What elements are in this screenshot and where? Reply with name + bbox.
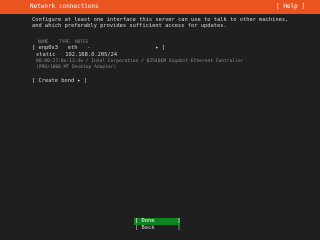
- title-bar: Network connections [ Help ]: [0, 0, 320, 14]
- back-button[interactable]: [ Back ]: [134, 225, 180, 232]
- interface-address: static 192.168.0.205/24: [36, 52, 118, 58]
- intro-text-line-2: and which preferably provides sufficient…: [32, 23, 227, 29]
- done-button[interactable]: [ Done ]: [134, 218, 180, 225]
- help-button[interactable]: [ Help ]: [276, 3, 305, 11]
- interface-row-enp0s3[interactable]: [ enp0s3 eth - ▸ ]: [32, 45, 165, 51]
- page-title: Network connections: [30, 3, 99, 10]
- interface-description-line-2: (PRO/1000 MT Desktop Adapter): [36, 65, 117, 70]
- create-bond-button[interactable]: [ Create bond ▸ ]: [32, 78, 87, 84]
